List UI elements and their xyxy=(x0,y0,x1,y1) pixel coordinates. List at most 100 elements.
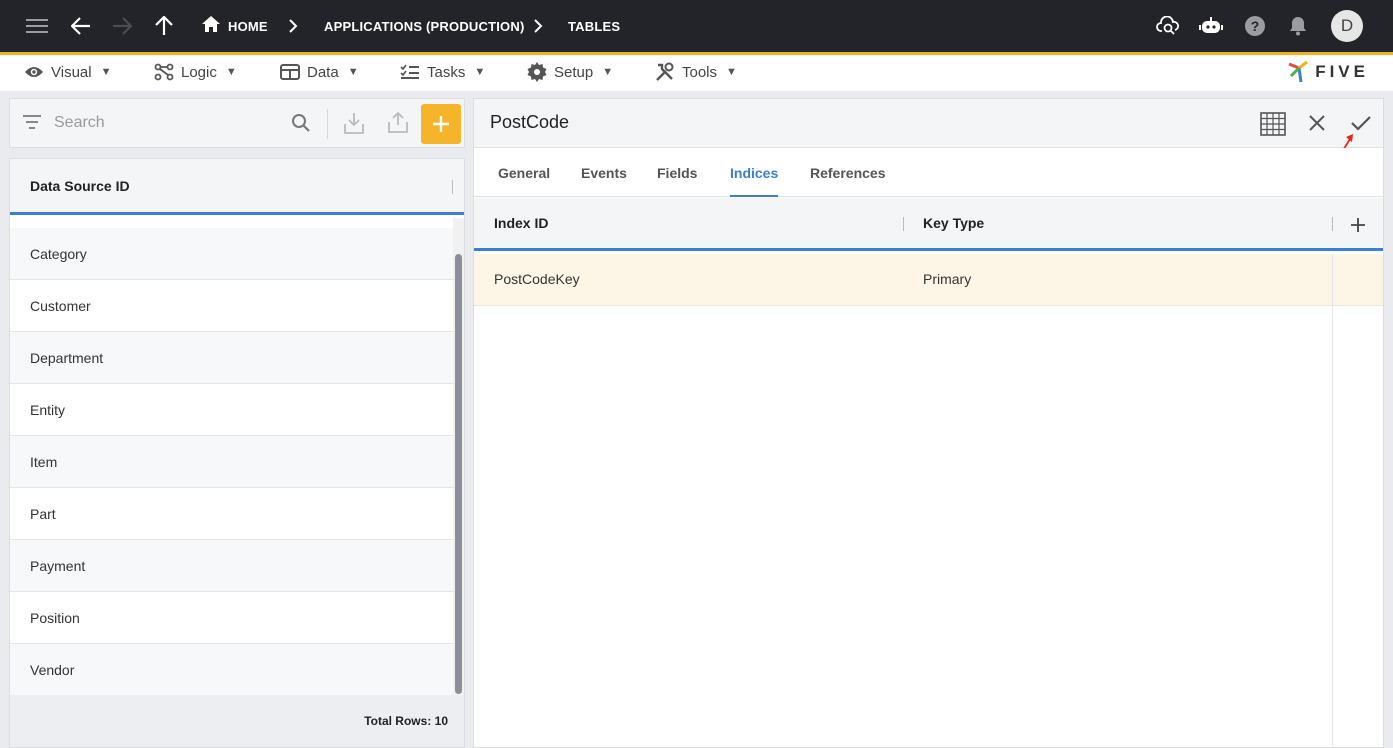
list-item-label: Customer xyxy=(30,297,91,314)
list-scrollbar[interactable] xyxy=(453,218,464,696)
add-index-button[interactable] xyxy=(1350,217,1366,238)
back-arrow-icon[interactable] xyxy=(71,0,91,52)
search-icon[interactable] xyxy=(291,113,311,138)
tab-indices[interactable]: Indices xyxy=(730,148,779,197)
avatar-letter: D xyxy=(1331,10,1363,42)
list-item[interactable]: Position xyxy=(10,592,453,644)
import-icon[interactable] xyxy=(344,112,364,139)
menu-label: Setup xyxy=(554,63,594,81)
up-arrow-icon[interactable] xyxy=(155,0,173,52)
list-item[interactable]: Part xyxy=(10,488,453,540)
tab-label: References xyxy=(810,164,886,181)
menu-tools[interactable]: Tools ▼ xyxy=(655,55,737,89)
five-logo: FIVE xyxy=(1287,59,1369,85)
plus-icon xyxy=(1351,218,1365,232)
tab-label: General xyxy=(498,164,551,181)
breadcrumb-label: TABLES xyxy=(568,18,621,34)
five-logo-icon xyxy=(1288,60,1309,83)
home-icon xyxy=(202,15,220,37)
menu-label: Visual xyxy=(51,63,92,81)
gear-icon xyxy=(527,62,547,82)
tab-label: Events xyxy=(581,164,627,181)
breadcrumb-home[interactable]: HOME xyxy=(202,0,268,52)
tab-events[interactable]: Events xyxy=(581,148,627,197)
search-input[interactable] xyxy=(54,111,284,135)
list-item-label: Payment xyxy=(30,557,86,574)
menu-setup[interactable]: Setup ▼ xyxy=(527,55,613,89)
list-item-label: Department xyxy=(30,349,104,366)
list-item[interactable]: Category xyxy=(10,228,453,280)
scrollbar-thumb[interactable] xyxy=(455,254,462,694)
user-avatar[interactable]: D xyxy=(1331,0,1363,52)
menu-label: Tasks xyxy=(427,63,466,81)
list-item[interactable]: Payment xyxy=(10,540,453,592)
caret-down-icon: ▼ xyxy=(100,66,112,78)
list-item-label: Category xyxy=(30,245,87,262)
list-item-label: Part xyxy=(30,505,56,522)
column-separator xyxy=(903,217,904,231)
chevron-right-icon xyxy=(288,0,298,52)
tab-general[interactable]: General xyxy=(498,148,550,197)
menu-label: Data xyxy=(307,63,339,81)
list-item[interactable]: Entity xyxy=(10,384,453,436)
list-item-label: Position xyxy=(30,609,80,626)
plus-icon xyxy=(433,116,449,132)
help-icon[interactable]: ? xyxy=(1244,0,1266,52)
cloud-search-icon[interactable] xyxy=(1156,0,1180,52)
chatbot-icon[interactable] xyxy=(1199,0,1223,52)
caret-down-icon: ▼ xyxy=(347,66,359,78)
tab-references[interactable]: References xyxy=(810,148,886,197)
grid-view-icon[interactable] xyxy=(1260,112,1286,141)
export-icon[interactable] xyxy=(388,111,408,138)
breadcrumb-label: HOME xyxy=(228,18,268,34)
row-action-column xyxy=(1332,254,1383,748)
column-header-label: Data Source ID xyxy=(30,177,130,194)
logic-icon xyxy=(154,63,174,81)
list-item-label: Vendor xyxy=(30,661,75,678)
table-row[interactable]: PostCodeKey Primary xyxy=(474,254,1332,306)
list-item[interactable]: Department xyxy=(10,332,453,384)
top-bar: HOME APPLICATIONS (PRODUCTION) TABLES ? … xyxy=(0,0,1393,55)
index-id-cell: PostCodeKey xyxy=(494,271,580,287)
data-source-list: Data Source ID Category Customer Departm… xyxy=(9,158,465,748)
caret-down-icon: ▼ xyxy=(726,66,737,78)
logo-text: FIVE xyxy=(1315,62,1369,81)
menu-visual[interactable]: Visual ▼ xyxy=(24,55,111,89)
breadcrumb-applications[interactable]: APPLICATIONS (PRODUCTION) xyxy=(324,0,524,52)
divider xyxy=(327,109,328,139)
close-icon[interactable] xyxy=(1309,115,1325,136)
indices-grid-header: Index ID Key Type xyxy=(474,198,1383,251)
caret-down-icon: ▼ xyxy=(474,66,486,78)
search-bar xyxy=(9,98,465,148)
tab-label: Indices xyxy=(730,164,779,181)
total-rows-label: Total Rows: 10 xyxy=(364,714,448,728)
column-header-index-id[interactable]: Index ID xyxy=(494,215,548,231)
tab-label: Fields xyxy=(657,164,698,181)
caret-down-icon: ▼ xyxy=(602,66,614,78)
menu-logic[interactable]: Logic ▼ xyxy=(154,55,237,89)
list-rows: Category Customer Department Entity Item… xyxy=(10,228,453,696)
menu-tasks[interactable]: Tasks ▼ xyxy=(400,55,485,89)
list-item[interactable]: Item xyxy=(10,436,453,488)
list-column-header[interactable]: Data Source ID xyxy=(10,159,464,215)
row-action-cell[interactable] xyxy=(1333,254,1383,306)
tasks-icon xyxy=(400,64,419,79)
menu-data[interactable]: Data ▼ xyxy=(280,55,359,89)
forward-arrow-icon[interactable] xyxy=(112,0,132,52)
breadcrumb-tables[interactable]: TABLES xyxy=(568,0,620,52)
column-header-key-type[interactable]: Key Type xyxy=(923,215,984,231)
list-item-label: Item xyxy=(30,453,58,470)
detail-tabs: General Events Fields Indices References xyxy=(474,148,1383,197)
list-item[interactable]: Customer xyxy=(10,280,453,332)
hamburger-menu-icon[interactable] xyxy=(26,0,48,52)
menu-label: Logic xyxy=(181,63,217,81)
caret-down-icon: ▼ xyxy=(225,66,237,78)
detail-header: PostCode xyxy=(474,99,1383,156)
list-item[interactable]: Vendor xyxy=(10,644,453,696)
chevron-right-icon xyxy=(533,0,543,52)
filter-icon[interactable] xyxy=(23,115,41,134)
add-record-button[interactable] xyxy=(421,104,461,144)
tab-fields[interactable]: Fields xyxy=(657,148,697,197)
notification-bell-icon[interactable] xyxy=(1289,0,1307,52)
column-separator xyxy=(1332,217,1333,231)
